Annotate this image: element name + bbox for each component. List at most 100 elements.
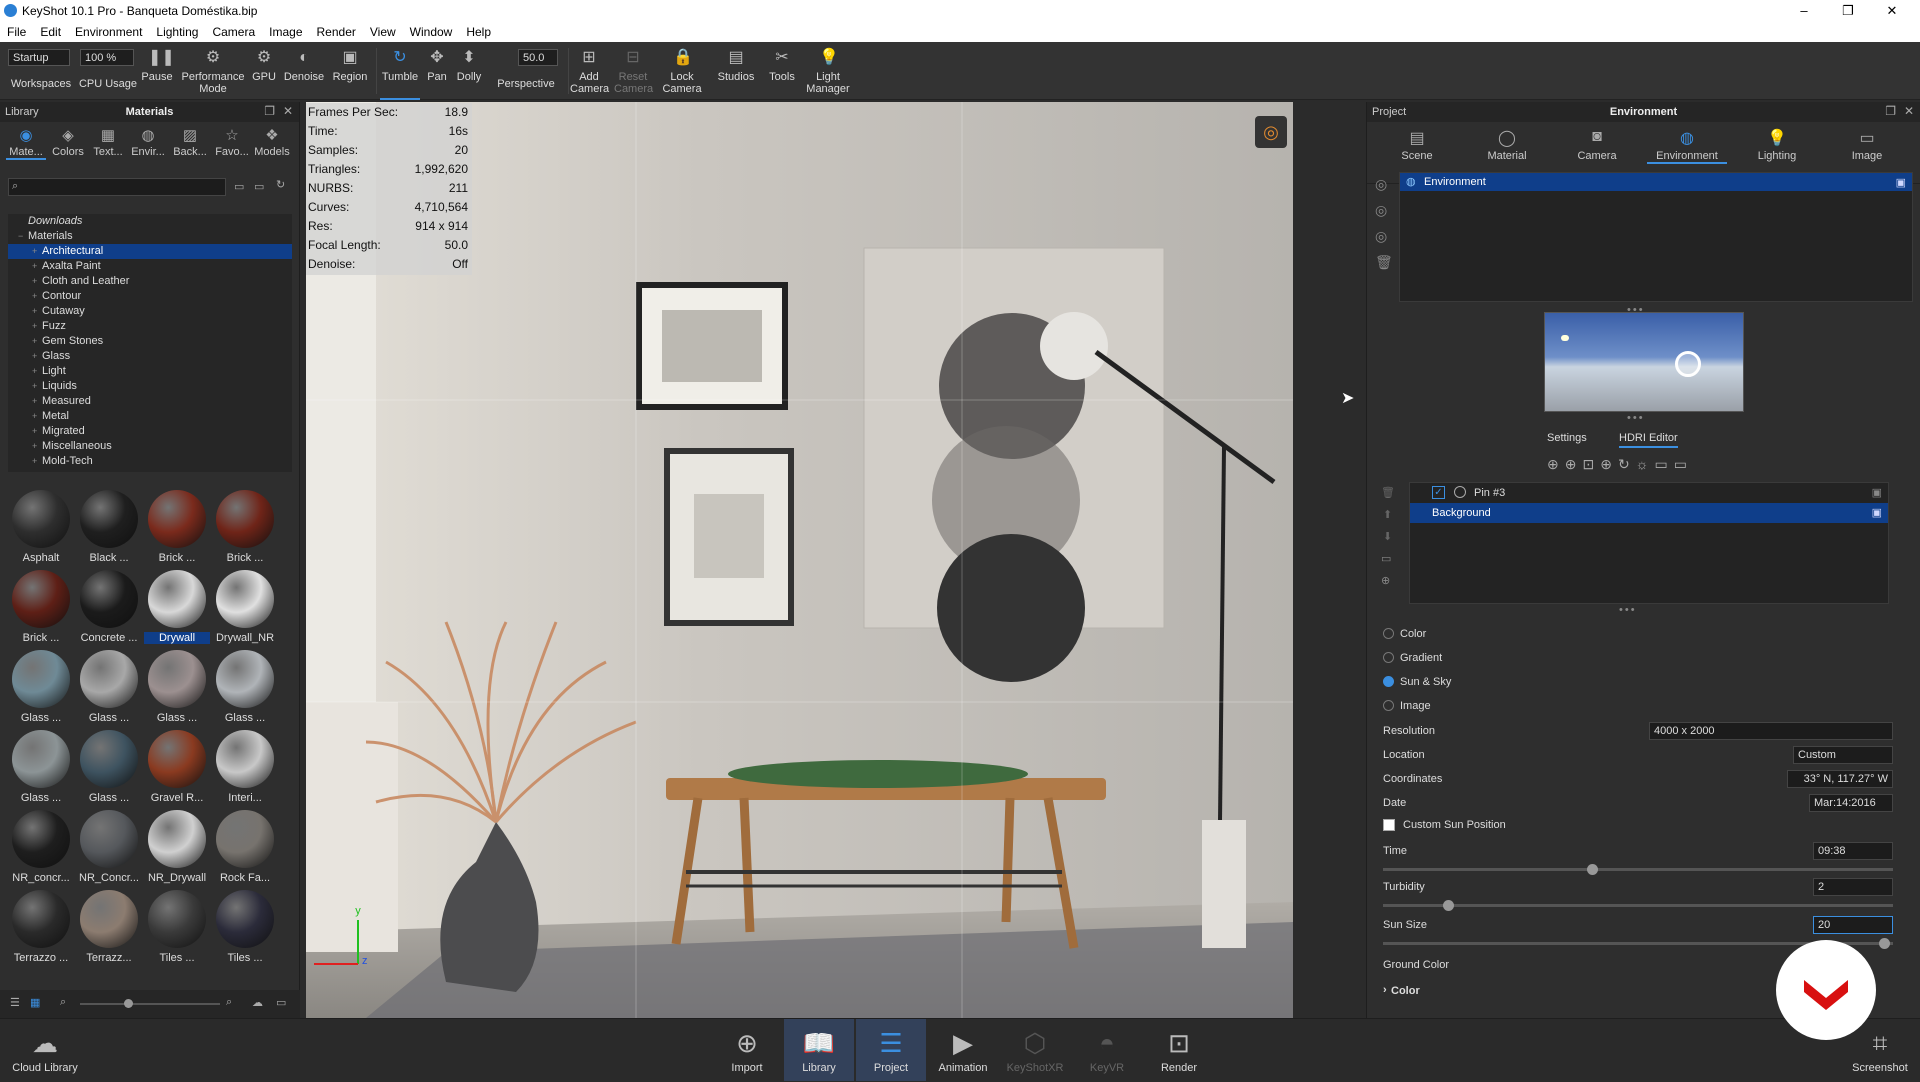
tab-favorites[interactable]: ☆ Favo... (212, 126, 252, 158)
material-thumbnail[interactable]: Glass ... (8, 646, 74, 726)
cpu-usage-button[interactable]: CPU Usage (76, 42, 140, 100)
workspaces-button[interactable]: Workspaces (6, 42, 76, 100)
layer-background[interactable]: Background ▣ (1410, 503, 1888, 523)
tools-button[interactable]: ✂ Tools (766, 42, 798, 100)
material-thumbnail[interactable]: Glass ... (76, 726, 142, 806)
tab-environments[interactable]: ◍ Envir... (128, 126, 168, 158)
splitter-handle[interactable]: ••• (1627, 412, 1645, 424)
material-thumbnail[interactable]: Brick ... (8, 566, 74, 646)
splitter-handle[interactable]: ••• (1619, 604, 1637, 616)
performance-mode-button[interactable]: ⚙ Performance Mode (178, 42, 248, 100)
material-thumbnail[interactable]: Tiles ... (212, 886, 278, 966)
material-thumbnail[interactable]: Terrazz... (76, 886, 142, 966)
save-hdri-icon[interactable]: ▭ (1655, 456, 1674, 472)
material-thumbnail[interactable]: Drywall_NR (212, 566, 278, 646)
minimize-button[interactable]: – (1782, 0, 1826, 22)
tree-item[interactable]: + Mold-Tech (8, 454, 292, 469)
custom-sun-checkbox[interactable] (1383, 819, 1395, 831)
project-button[interactable]: ☰ Project (856, 1019, 926, 1081)
tab-colors[interactable]: ◈ Colors (48, 126, 88, 158)
add-gradient-icon[interactable]: ⊕ (1600, 456, 1618, 472)
material-thumbnail[interactable]: Black ... (76, 486, 142, 566)
material-thumbnail[interactable]: Brick ... (144, 486, 210, 566)
material-thumbnail[interactable]: Interi... (212, 726, 278, 806)
add-environment-icon[interactable]: ◎ (1375, 176, 1387, 193)
sun-position-handle[interactable] (1675, 351, 1701, 377)
material-thumbnail[interactable]: NR_Drywall (144, 806, 210, 886)
tree-item[interactable]: + Gem Stones (8, 334, 292, 349)
tree-item[interactable]: + Cloth and Leather (8, 274, 292, 289)
menu-edit[interactable]: Edit (33, 22, 68, 39)
material-thumbnail[interactable]: Tiles ... (144, 886, 210, 966)
tab-lighting[interactable]: 💡 Lighting (1737, 128, 1817, 162)
tab-camera[interactable]: ◙ Camera (1557, 128, 1637, 162)
tree-item[interactable]: + Migrated (8, 424, 292, 439)
turbidity-field[interactable]: 2 (1813, 878, 1893, 896)
lock-icon[interactable]: ▣ (1872, 486, 1882, 499)
target-icon[interactable]: ⊕ (1381, 574, 1390, 587)
tree-item[interactable]: + Measured (8, 394, 292, 409)
tumble-button[interactable]: ↻ Tumble (380, 42, 420, 100)
region-button[interactable]: ▣ Region (328, 42, 372, 100)
slider-knob[interactable] (1443, 900, 1454, 911)
menu-view[interactable]: View (363, 22, 403, 39)
tree-item[interactable]: + Fuzz (8, 319, 292, 334)
tab-models[interactable]: ❖ Models (252, 126, 292, 158)
radio-sun-sky[interactable]: Sun & Sky (1383, 676, 1583, 688)
resolution-select[interactable]: 4000 x 2000 (1649, 722, 1893, 740)
gpu-button[interactable]: ⚙ GPU (250, 42, 278, 100)
radio-image[interactable]: Image (1383, 700, 1583, 712)
duplicate-environment-icon[interactable]: ◎ (1375, 202, 1387, 219)
tree-item[interactable]: + Cutaway (8, 304, 292, 319)
delete-icon[interactable]: 🗑 (1375, 254, 1393, 271)
zoom-out-icon[interactable]: ⌕ (60, 996, 66, 1009)
time-field[interactable]: 09:38 (1813, 842, 1893, 860)
time-slider[interactable] (1383, 864, 1893, 875)
slider-knob[interactable] (1879, 938, 1890, 949)
close-button[interactable]: ✕ (1870, 0, 1914, 22)
rotate-icon[interactable]: ↻ (1618, 456, 1636, 472)
animation-button[interactable]: ▶ Animation (928, 1019, 998, 1081)
cloud-library-button[interactable]: ☁ Cloud Library (10, 1019, 80, 1081)
move-up-icon[interactable]: ⬆ (1383, 508, 1392, 521)
folder-icon[interactable]: ▭ (1381, 552, 1391, 565)
folder-open-icon[interactable]: ▭ (254, 180, 264, 193)
tab-material[interactable]: ◯ Material (1467, 128, 1547, 162)
tab-hdri-editor[interactable]: HDRI Editor (1619, 432, 1678, 448)
float-panel-icon[interactable]: ❐ (1885, 104, 1896, 118)
tree-item[interactable]: + Contour (8, 289, 292, 304)
layer-pin-3[interactable]: ✓ Pin #3 ▣ (1410, 483, 1888, 503)
material-thumbnail[interactable]: Gravel R... (144, 726, 210, 806)
tab-image[interactable]: ▭ Image (1827, 128, 1907, 162)
tab-textures[interactable]: ▦ Text... (88, 126, 128, 158)
pan-button[interactable]: ✥ Pan (422, 42, 452, 100)
keyshotxr-button[interactable]: ⬡ KeyShotXR (1000, 1019, 1070, 1081)
tree-item[interactable]: + Metal (8, 409, 292, 424)
tree-item-architectural[interactable]: + Architectural (8, 244, 292, 259)
location-select[interactable]: Custom (1793, 746, 1893, 764)
coordinates-field[interactable]: 33° N, 117.27° W (1787, 770, 1893, 788)
slider-knob[interactable] (124, 999, 133, 1008)
material-thumbnail[interactable]: Asphalt (8, 486, 74, 566)
grid-view-icon[interactable]: ▦ (30, 996, 40, 1009)
float-panel-icon[interactable]: ❐ (264, 104, 275, 118)
visibility-checkbox[interactable]: ✓ (1432, 486, 1445, 499)
material-thumbnail[interactable]: Glass ... (212, 646, 278, 726)
light-manager-button[interactable]: 💡 Light Manager (802, 42, 854, 100)
menu-help[interactable]: Help (459, 22, 498, 39)
environment-list-item[interactable]: ◍ Environment ▣ (1400, 173, 1912, 191)
tree-item-materials[interactable]: − Materials (8, 229, 292, 244)
tab-backplates[interactable]: ▨ Back... (170, 126, 210, 158)
material-thumbnail[interactable]: Brick ... (212, 486, 278, 566)
list-view-icon[interactable]: ☰ (10, 996, 20, 1009)
keyvr-button[interactable]: ◓ KeyVR (1072, 1019, 1142, 1081)
pause-button[interactable]: ❚❚ Pause (140, 42, 174, 100)
tree-item[interactable]: + Glass (8, 349, 292, 364)
date-field[interactable]: Mar:14:2016 (1809, 794, 1893, 812)
zoom-in-icon[interactable]: ⌕ (226, 996, 232, 1009)
render-button[interactable]: ⊡ Render (1144, 1019, 1214, 1081)
denoise-button[interactable]: ◐ Denoise (282, 42, 326, 100)
menu-render[interactable]: Render (310, 22, 363, 39)
menu-environment[interactable]: Environment (68, 22, 149, 39)
tab-environment[interactable]: ◍ Environment (1647, 128, 1727, 164)
